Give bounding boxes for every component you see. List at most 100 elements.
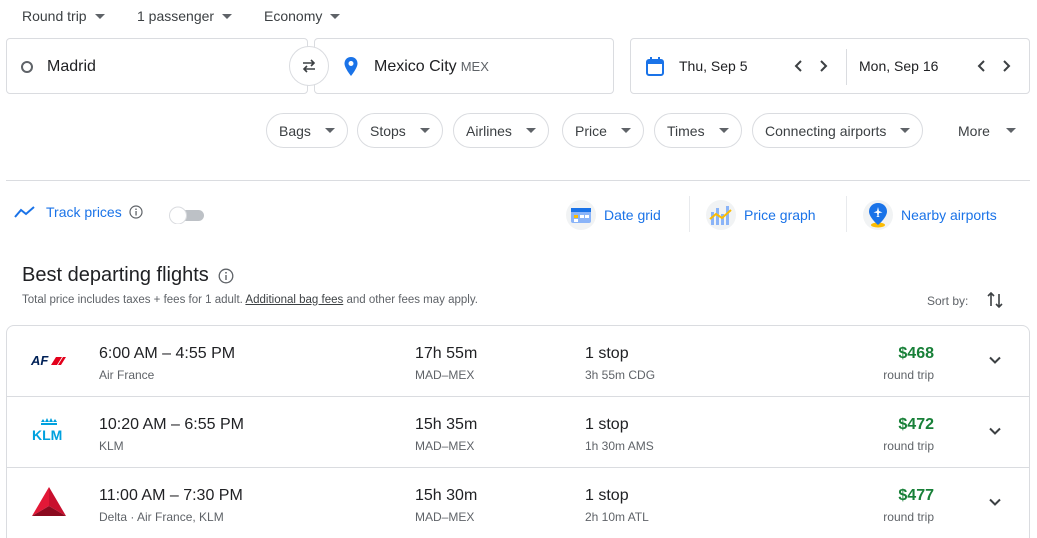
flight-duration: 15h 35m — [415, 416, 478, 433]
date-grid-icon — [566, 200, 596, 230]
layover-info: 1h 30m AMS — [585, 439, 654, 453]
flight-row[interactable]: KLM 10:20 AM – 6:55 PM KLM 15h 35m MAD–M… — [7, 397, 1029, 468]
flight-row[interactable]: AF 6:00 AM – 4:55 PM Air France 17h 55m … — [7, 326, 1029, 397]
info-icon[interactable] — [129, 205, 143, 219]
flights-list: AF 6:00 AM – 4:55 PM Air France 17h 55m … — [6, 325, 1030, 538]
price-type: round trip — [883, 368, 934, 382]
flight-stops: 1 stop — [585, 416, 629, 433]
chip-label: Connecting airports — [765, 122, 887, 139]
tool-separator — [846, 196, 847, 232]
chip-label: Price — [575, 122, 607, 139]
expand-chevron-icon[interactable] — [987, 494, 1003, 510]
sort-icon[interactable] — [987, 291, 1003, 309]
filter-price[interactable]: Price — [562, 113, 644, 148]
additional-bag-fees-link[interactable]: Additional bag fees — [245, 294, 343, 306]
dates-field: Thu, Sep 5 Mon, Sep 16 — [630, 38, 1030, 94]
trip-type-select[interactable]: Round trip — [22, 6, 105, 26]
track-prices: Track prices — [14, 204, 143, 220]
nearby-airports-label: Nearby airports — [901, 207, 997, 223]
origin-field[interactable]: Madrid — [6, 38, 308, 94]
more-label: More — [958, 122, 990, 139]
trip-type-label: Round trip — [22, 8, 87, 24]
price-type: round trip — [883, 439, 934, 453]
caret-down-icon — [419, 128, 430, 133]
price-graph-label: Price graph — [744, 207, 816, 223]
flight-duration: 17h 55m — [415, 345, 478, 362]
caret-down-icon — [900, 128, 911, 133]
flight-row[interactable]: 11:00 AM – 7:30 PM Delta · Air France, K… — [7, 468, 1029, 538]
destination-input: Mexico City MEX — [374, 58, 489, 76]
date-grid-label: Date grid — [604, 207, 661, 223]
location-pin-icon — [344, 57, 358, 76]
price-graph-icon — [706, 200, 736, 230]
info-icon[interactable] — [218, 268, 234, 284]
caret-down-icon — [324, 128, 335, 133]
flight-times: 10:20 AM – 6:55 PM — [99, 416, 244, 433]
nearby-airports-button[interactable]: Nearby airports — [863, 198, 997, 232]
layover-info: 2h 10m ATL — [585, 510, 649, 524]
svg-text:KLM: KLM — [32, 427, 62, 443]
air-france-logo: AF — [30, 353, 66, 368]
airline-name: Air France — [99, 368, 155, 382]
track-prices-toggle[interactable] — [168, 206, 204, 224]
caret-down-icon — [620, 128, 631, 133]
flight-price: $477 — [898, 487, 934, 504]
filter-connecting-airports[interactable]: Connecting airports — [752, 113, 924, 148]
destination-code: MEX — [460, 59, 489, 74]
destination-city: Mexico City — [374, 58, 457, 75]
chip-label: Times — [667, 122, 705, 139]
more-filters-button[interactable]: More — [958, 113, 1016, 148]
results-subtitle: Total price includes taxes + fees for 1 … — [22, 294, 478, 306]
flight-duration: 15h 30m — [415, 487, 478, 504]
results-title: Best departing flights — [22, 264, 209, 286]
swap-button[interactable] — [289, 46, 329, 86]
track-prices-label: Track prices — [46, 204, 122, 220]
caret-down-icon — [525, 128, 536, 133]
caret-down-icon — [94, 13, 105, 19]
flight-route: MAD–MEX — [415, 368, 475, 382]
caret-down-icon — [330, 13, 341, 19]
delta-logo — [32, 487, 66, 516]
chip-label: Bags — [279, 122, 311, 139]
return-date-input[interactable]: Mon, Sep 16 — [859, 58, 938, 74]
return-next-date-button[interactable] — [1000, 59, 1012, 73]
subtitle-text: Total price includes taxes + fees for 1 … — [22, 294, 243, 306]
caret-down-icon — [222, 13, 233, 19]
flight-stops: 1 stop — [585, 487, 629, 504]
cabin-class-select[interactable]: Economy — [264, 6, 341, 26]
flight-price: $472 — [898, 416, 934, 433]
filter-times[interactable]: Times — [654, 113, 742, 148]
origin-circle-icon — [21, 61, 33, 73]
swap-arrows-icon — [302, 59, 316, 73]
depart-prev-date-button[interactable] — [793, 59, 805, 73]
flight-times: 11:00 AM – 7:30 PM — [99, 487, 243, 504]
depart-date-input[interactable]: Thu, Sep 5 — [679, 58, 748, 74]
flight-stops: 1 stop — [585, 345, 629, 362]
passengers-label: 1 passenger — [137, 8, 215, 24]
destination-field[interactable]: Mexico City MEX — [314, 38, 614, 94]
svg-text:AF: AF — [30, 353, 49, 368]
filter-bags[interactable]: Bags — [266, 113, 348, 148]
layover-info: 3h 55m CDG — [585, 368, 656, 382]
section-divider — [6, 180, 1030, 181]
sort-by-label: Sort by: — [927, 294, 969, 308]
expand-chevron-icon[interactable] — [987, 352, 1003, 368]
trend-line-icon — [14, 206, 35, 218]
return-prev-date-button[interactable] — [976, 59, 988, 73]
depart-next-date-button[interactable] — [817, 59, 829, 73]
flight-route: MAD–MEX — [415, 510, 475, 524]
caret-down-icon — [1005, 128, 1016, 133]
subtitle-text: and other fees may apply. — [346, 294, 478, 306]
filter-airlines[interactable]: Airlines — [453, 113, 549, 148]
expand-chevron-icon[interactable] — [987, 423, 1003, 439]
results-heading: Best departing flights — [22, 264, 234, 287]
flight-route: MAD–MEX — [415, 439, 475, 453]
passengers-select[interactable]: 1 passenger — [137, 6, 233, 26]
filter-stops[interactable]: Stops — [357, 113, 443, 148]
price-graph-button[interactable]: Price graph — [706, 198, 816, 232]
flight-price: $468 — [898, 345, 934, 362]
klm-logo: KLM — [32, 418, 62, 443]
nearby-airports-icon — [863, 200, 893, 230]
origin-input: Madrid — [47, 58, 96, 75]
date-grid-button[interactable]: Date grid — [566, 198, 661, 232]
